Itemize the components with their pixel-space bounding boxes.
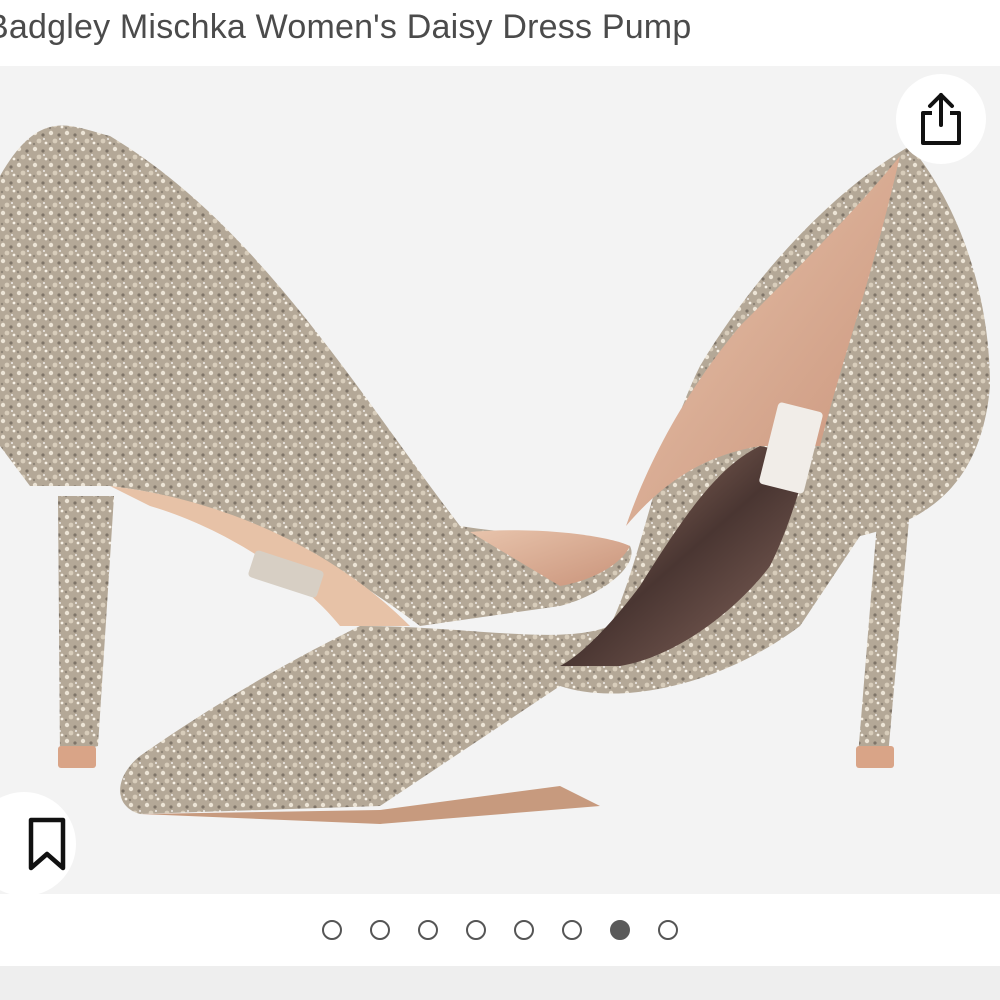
product-title: Badgley Mischka Women's Daisy Dress Pump: [0, 8, 692, 46]
pagination-dot[interactable]: [514, 920, 534, 940]
bookmark-icon: [28, 817, 66, 871]
title-bar: Badgley Mischka Women's Daisy Dress Pump: [0, 0, 1000, 66]
image-gallery[interactable]: [0, 66, 1000, 894]
product-image[interactable]: [0, 66, 1000, 894]
pagination-dot[interactable]: [322, 920, 342, 940]
pagination-dot[interactable]: [658, 920, 678, 940]
pagination-dot[interactable]: [370, 920, 390, 940]
pagination-dot[interactable]: [466, 920, 486, 940]
section-divider: [0, 966, 1000, 1000]
share-button[interactable]: [896, 74, 986, 164]
share-icon: [921, 93, 961, 145]
pagination-dot-active[interactable]: [610, 920, 630, 940]
image-pagination: [0, 894, 1000, 966]
pagination-dot[interactable]: [562, 920, 582, 940]
pagination-dot[interactable]: [418, 920, 438, 940]
